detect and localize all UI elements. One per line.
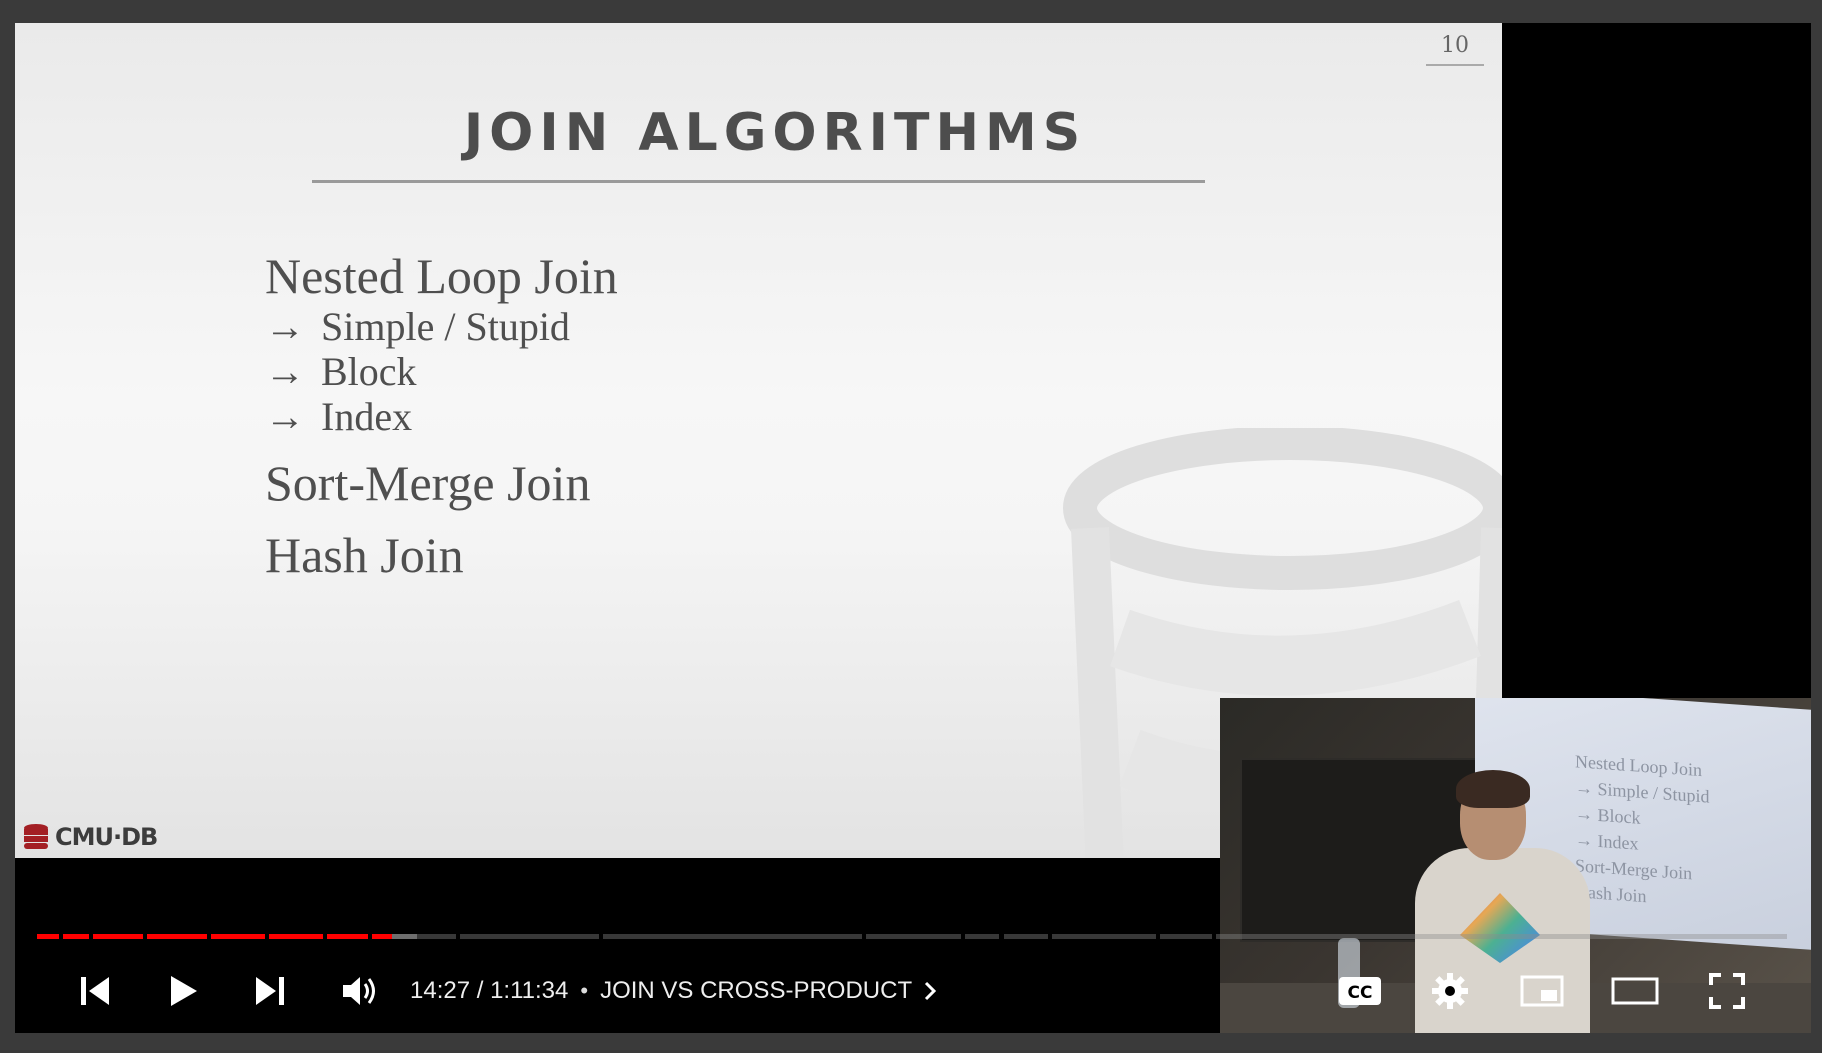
progress-segment[interactable] [1004,934,1048,939]
progress-segment[interactable] [965,934,999,939]
progress-segment[interactable] [1052,934,1156,939]
miniplayer-icon [1520,975,1564,1007]
miniplayer-button[interactable] [1512,963,1572,1019]
progress-bar[interactable] [37,934,1787,939]
chevron-right-icon [925,981,937,1001]
current-time: 14:27 [410,977,471,1004]
time-separator: / [476,977,484,1004]
progress-segment[interactable] [147,934,207,939]
fullscreen-button[interactable] [1697,963,1757,1019]
fullscreen-icon [1709,973,1745,1009]
bullet-list: Nested Loop Join → Simple / Stupid → Block… [265,248,618,583]
arrow-icon: → [265,304,305,349]
sub-bullet-item: → Block [265,349,417,394]
theater-mode-icon [1611,977,1659,1005]
previous-button[interactable] [65,963,125,1019]
gear-icon [1432,973,1468,1009]
progress-segment[interactable] [460,934,599,939]
skip-previous-icon [81,977,109,1005]
progress-segment[interactable] [327,934,368,939]
progress-segment[interactable] [63,934,89,939]
separator-dot: • [580,978,589,1003]
sub-bullet-item: → Index [265,394,413,439]
volume-icon [343,977,375,1005]
sub-bullet-item: → Simple / Stupid [265,304,570,349]
next-button[interactable] [240,963,300,1019]
cc-icon: CC [1339,977,1381,1005]
play-icon [171,976,197,1006]
skip-next-icon [256,977,284,1005]
speaker-hair [1456,770,1530,808]
cmu-db-logo: CMU·DB [21,823,158,851]
play-button[interactable] [153,963,213,1019]
progress-segment[interactable] [603,934,862,939]
logo-text: CMU·DB [55,823,158,851]
slide-number: 10 [1426,33,1484,66]
bullet-item: Hash Join [265,527,464,583]
progress-segment[interactable] [416,934,456,939]
progress-segment[interactable] [1160,934,1212,939]
progress-segment[interactable] [93,934,143,939]
progress-segment[interactable] [37,934,59,939]
captions-button[interactable]: CC [1330,963,1390,1019]
svg-text:CC: CC [1348,983,1373,1003]
progress-segment[interactable] [269,934,323,939]
progress-segment[interactable] [211,934,265,939]
progress-segment[interactable] [392,934,417,939]
chapter-button[interactable]: JOIN VS CROSS-PRODUCT [600,977,938,1005]
duration: 1:11:34 [490,977,569,1004]
progress-segment[interactable] [866,934,961,939]
volume-button[interactable] [330,963,390,1019]
projected-slide-text: Nested Loop Join → Simple / Stupid → Blo… [1575,751,1710,907]
theater-mode-button[interactable] [1605,963,1665,1019]
title-rule [312,180,1205,183]
time-readout: 14:27 / 1:11:34 [410,977,568,1005]
slide-title: JOIN ALGORITHMS [463,103,1087,163]
player-controls: 14:27 / 1:11:34 • JOIN VS CROSS-PRODUCT … [15,963,1811,1019]
arrow-icon: → [265,349,305,394]
database-logo-icon [24,824,48,849]
time-display: 14:27 / 1:11:34 • JOIN VS CROSS-PRODUCT [410,963,938,1019]
chapter-title: JOIN VS CROSS-PRODUCT [600,977,913,1004]
video-player[interactable]: 10 JOIN ALGORITHMS Nested Loop Join → Sim… [15,23,1811,1033]
bullet-item: Sort-Merge Join [265,455,591,511]
settings-button[interactable] [1420,963,1480,1019]
progress-segment[interactable] [1216,934,1787,939]
arrow-icon: → [265,394,305,439]
bullet-item: Nested Loop Join [265,248,618,304]
progress-segment[interactable] [372,934,393,939]
